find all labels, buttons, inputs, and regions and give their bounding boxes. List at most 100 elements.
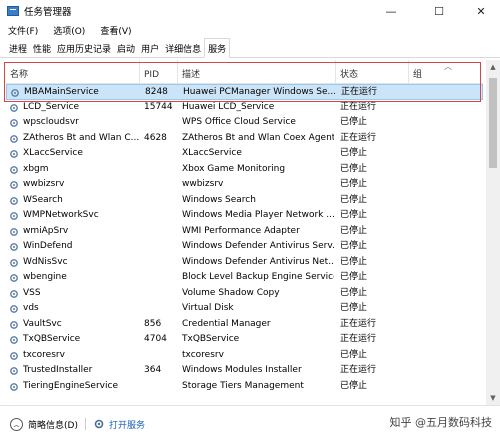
service-description: Huawei LCD_Service [182, 101, 275, 112]
service-description: Windows Defender Antivirus Net... [182, 256, 334, 267]
service-pid [144, 208, 178, 224]
column-pid[interactable]: PID [140, 60, 178, 83]
service-pid [144, 348, 178, 364]
minimize-button[interactable]: — [373, 0, 409, 22]
service-description: Volume Shadow Copy [182, 287, 280, 298]
service-description: Credential Manager [182, 318, 271, 329]
table-row[interactable]: TxQBService 4704 TxQBService 正在运行 [6, 332, 483, 348]
tab-app-history[interactable]: 应用历史记录 [54, 39, 114, 57]
service-pid [144, 255, 178, 271]
table-row[interactable]: vds Virtual Disk 已停止 [6, 301, 483, 317]
service-status: 已停止 [340, 256, 368, 267]
service-gear-icon [10, 274, 18, 282]
service-status: 正在运行 [340, 101, 377, 112]
service-name: LCD_Service [23, 101, 79, 112]
service-description: Windows Modules Installer [182, 365, 302, 375]
table-row[interactable]: WdNisSvc Windows Defender Antivirus Net..… [6, 255, 483, 271]
service-status: 正在运行 [341, 87, 378, 97]
service-pid [144, 193, 178, 209]
service-gear-icon [10, 289, 18, 298]
table-row[interactable]: VaultSvc 856 Credential Manager 正在运行 [6, 317, 483, 333]
service-pid [144, 301, 178, 317]
service-name: wpscloudsvr [23, 117, 79, 127]
service-pid: 4628 [144, 132, 167, 143]
menu-view[interactable]: 查看(V) [100, 24, 131, 37]
service-name: VSS [23, 287, 41, 298]
table-row[interactable]: wwbizsrv wwbizsrv 已停止 [6, 177, 483, 193]
task-manager-icon [7, 6, 19, 16]
tab-bar: 进程 性能 应用历史记录 启动 用户 详细信息 服务 [0, 38, 500, 58]
service-status: 已停止 [340, 241, 368, 251]
service-pid [144, 177, 178, 193]
service-pid [144, 115, 178, 131]
service-status: 正在运行 [340, 132, 377, 143]
table-row[interactable]: wmiApSrv WMI Performance Adapter 已停止 [6, 224, 483, 240]
less-details-button[interactable]: 简略信息(D) [28, 418, 78, 431]
menu-file[interactable]: 文件(F) [8, 24, 38, 37]
service-status: 已停止 [340, 380, 368, 391]
close-button[interactable]: ✕ [463, 0, 499, 22]
service-status: 已停止 [340, 163, 368, 174]
service-gear-icon [10, 243, 18, 251]
table-row[interactable]: wpscloudsvr WPS Office Cloud Service 已停止 [6, 115, 483, 131]
column-status[interactable]: 状态 [336, 60, 409, 83]
tab-users[interactable]: 用户 [138, 39, 162, 57]
table-row[interactable]: LCD_Service 15744 Huawei LCD_Service 正在运行 [6, 100, 483, 116]
table-row[interactable]: ZAtheros Bt and Wlan C... 4628 ZAtheros Bt… [6, 131, 483, 147]
service-pid [144, 162, 178, 178]
table-row[interactable]: VSS Volume Shadow Copy 已停止 [6, 286, 483, 302]
service-status: 已停止 [340, 272, 368, 282]
service-description: TxQBService [182, 334, 240, 344]
service-description: Virtual Disk [182, 303, 234, 313]
service-gear-icon [10, 336, 18, 344]
scrollbar-thumb[interactable] [489, 78, 497, 168]
service-gear-icon [10, 320, 18, 329]
collapse-icon[interactable]: ︿ [10, 417, 23, 431]
service-pid [144, 270, 178, 286]
service-description: Block Level Backup Engine Service [182, 272, 334, 282]
table-row[interactable]: TrustedInstaller 364 Windows Modules Insta… [6, 363, 483, 379]
table-row[interactable]: TieringEngineService Storage Tiers Manage… [6, 379, 483, 395]
scroll-down-arrow-icon[interactable]: ▼ [486, 391, 500, 405]
menu-options[interactable]: 选项(O) [53, 24, 85, 37]
tab-services[interactable]: 服务 [204, 38, 231, 58]
service-name: TrustedInstaller [23, 365, 93, 375]
service-description: ZAtheros Bt and Wlan Coex Agent [182, 132, 334, 143]
table-row[interactable]: xbgm Xbox Game Monitoring 已停止 [6, 162, 483, 178]
vertical-scrollbar[interactable]: ▲ ▼ [486, 60, 500, 405]
title-bar: 任务管理器 — ☐ ✕ [0, 0, 500, 22]
service-gear-icon [10, 367, 18, 375]
table-row[interactable]: txcoresrv txcoresrv 已停止 [6, 348, 483, 364]
column-description[interactable]: 描述 [178, 60, 336, 83]
service-gear-icon [10, 351, 18, 360]
service-status: 正在运行 [340, 365, 377, 375]
service-gear-icon [10, 305, 18, 313]
service-name: wmiApSrv [23, 225, 69, 236]
scroll-up-arrow-icon[interactable]: ▲ [486, 60, 500, 74]
table-row[interactable]: WMPNetworkSvc Windows Media Player Networ… [6, 208, 483, 224]
service-description: XLaccService [182, 148, 242, 158]
tab-performance[interactable]: 性能 [30, 39, 54, 57]
service-status: 已停止 [340, 210, 368, 220]
service-gear-icon [10, 119, 18, 127]
service-name: TieringEngineService [23, 380, 118, 391]
table-row[interactable]: MBAMainService 8248 Huawei PCManager Windo… [6, 84, 483, 100]
service-gear-icon [10, 134, 18, 143]
table-row[interactable]: WinDefend Windows Defender Antivirus Serv… [6, 239, 483, 255]
table-row[interactable]: wbengine Block Level Backup Engine Servic… [6, 270, 483, 286]
service-gear-icon [11, 89, 19, 97]
service-name: wwbizsrv [23, 179, 65, 189]
service-description: Huawei PCManager Windows Se... [183, 87, 335, 97]
tab-details[interactable]: 详细信息 [162, 39, 204, 57]
service-name: xbgm [23, 163, 49, 174]
service-description: Windows Defender Antivirus Serv... [182, 241, 334, 251]
tab-processes[interactable]: 进程 [6, 39, 30, 57]
open-services-link[interactable]: 打开服务 [109, 418, 145, 431]
maximize-button[interactable]: ☐ [421, 0, 457, 22]
service-name: WMPNetworkSvc [23, 210, 99, 220]
table-row[interactable]: XLaccService XLaccService 已停止 [6, 146, 483, 162]
service-gear-icon [10, 181, 18, 189]
column-name[interactable]: 名称 [6, 60, 140, 83]
tab-startup[interactable]: 启动 [114, 39, 138, 57]
table-row[interactable]: WSearch Windows Search 已停止 [6, 193, 483, 209]
